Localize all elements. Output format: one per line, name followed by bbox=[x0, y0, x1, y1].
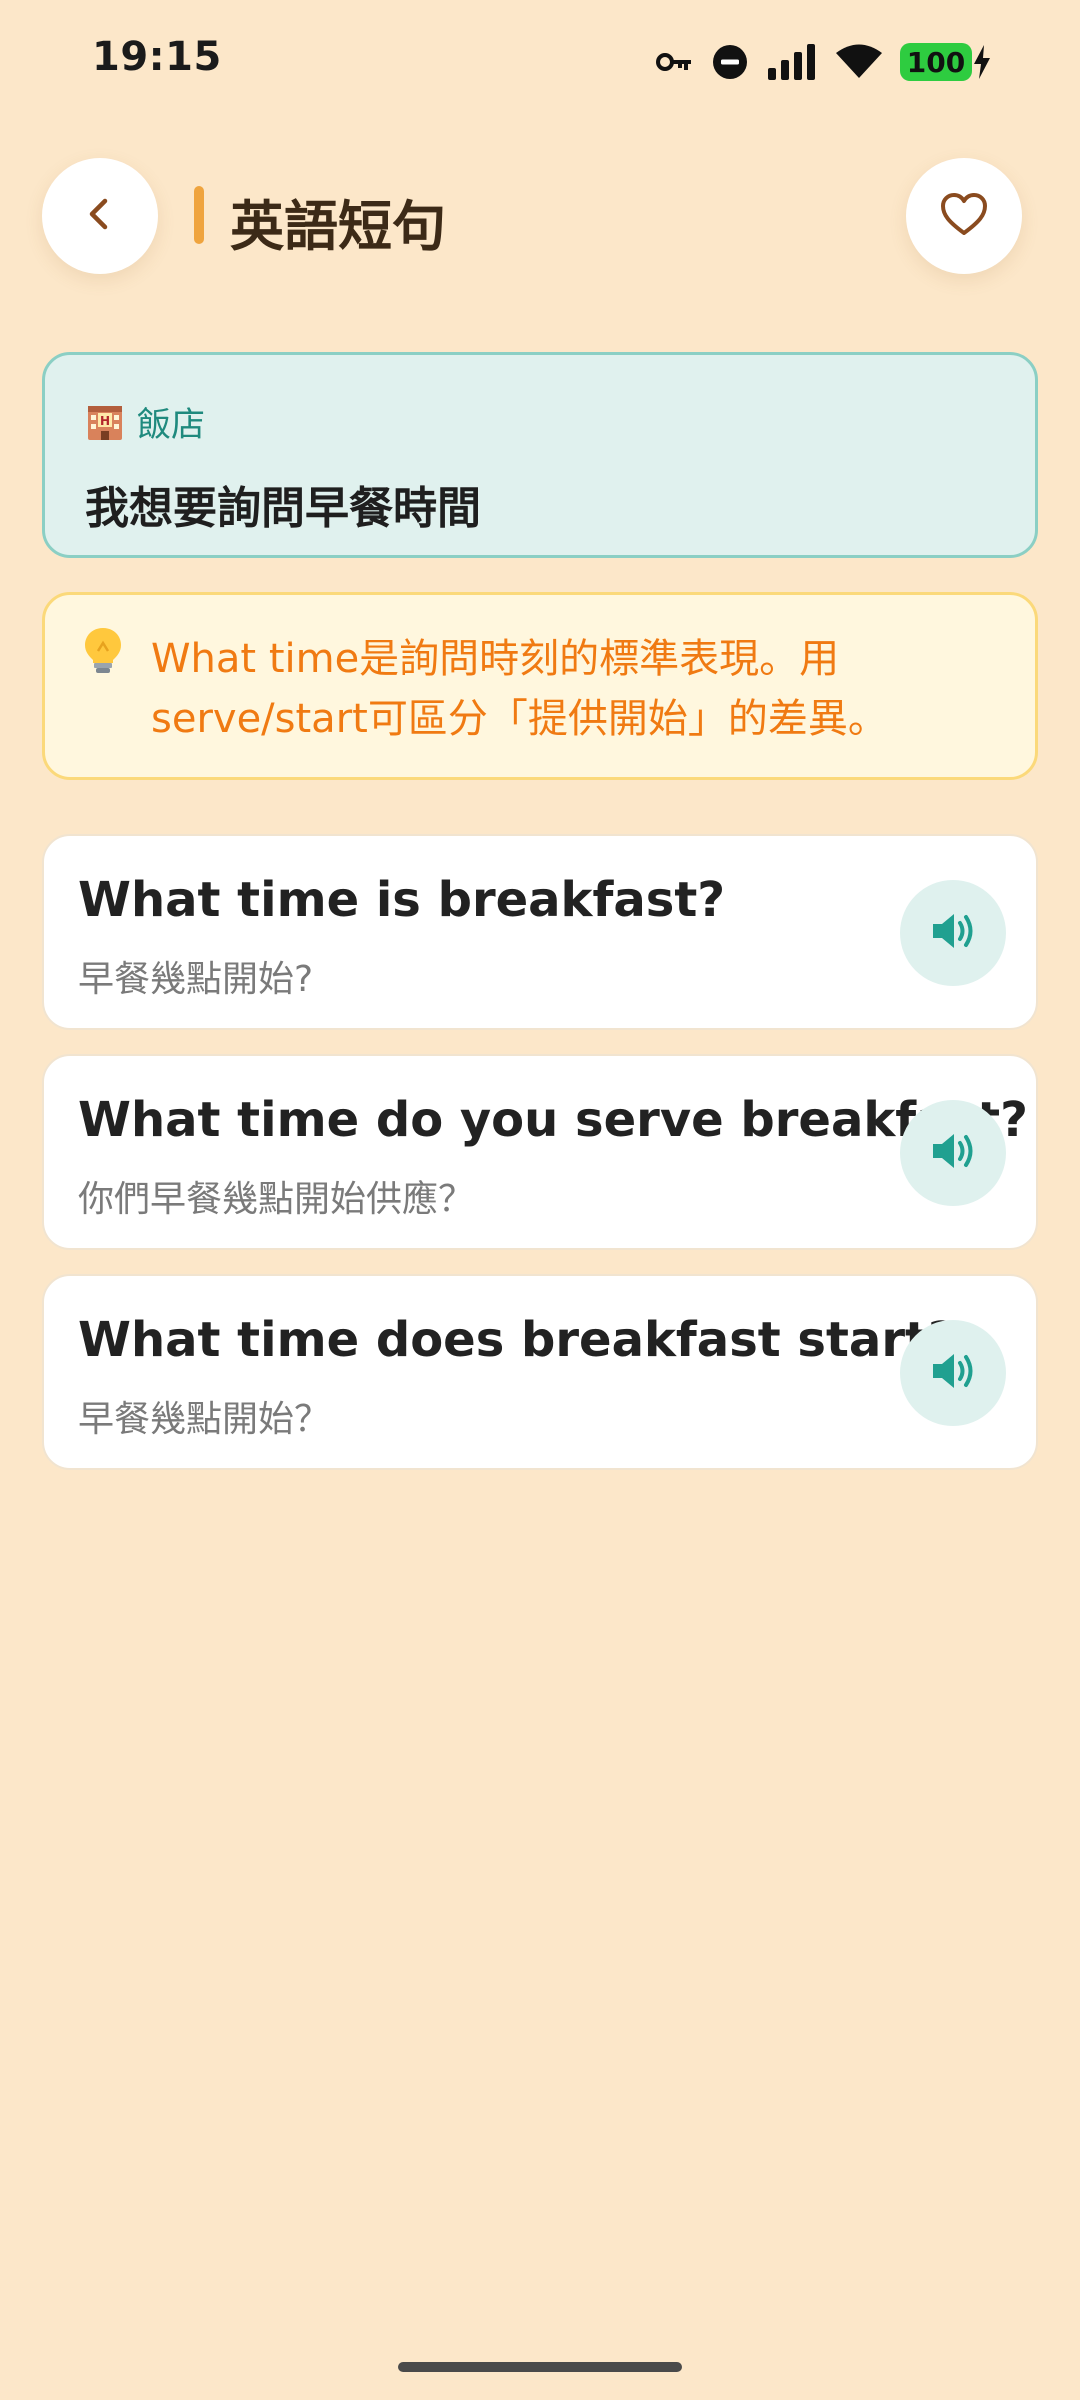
svg-text:H: H bbox=[100, 414, 110, 428]
vpn-key-icon bbox=[656, 50, 694, 74]
tip-text: What time是詢問時刻的標準表現。用serve/start可區分「提供開始… bbox=[151, 636, 888, 742]
status-bar: 19:15 100 bbox=[0, 0, 1080, 124]
speak-button[interactable] bbox=[900, 1320, 1006, 1426]
phrase-translation: 早餐幾點開始？ bbox=[78, 1399, 331, 1440]
home-indicator[interactable] bbox=[398, 2362, 682, 2372]
category-label: H 飯店 bbox=[85, 397, 995, 446]
title-accent-bar bbox=[194, 186, 204, 244]
phrase-english: What time is breakfast? bbox=[78, 872, 726, 928]
phrase-card[interactable]: What time does breakfast start? 早餐幾點開始？ bbox=[42, 1274, 1038, 1470]
speaker-icon bbox=[929, 1349, 977, 1397]
speak-button[interactable] bbox=[900, 880, 1006, 986]
favorite-button[interactable] bbox=[906, 158, 1022, 274]
tip-card: What time是詢問時刻的標準表現。用serve/start可區分「提供開始… bbox=[42, 592, 1038, 780]
status-icons: 100 bbox=[656, 38, 992, 86]
phrase-english: What time do you serve breakfast? bbox=[78, 1092, 1028, 1148]
phrase-english: What time does breakfast start? bbox=[78, 1312, 956, 1368]
phrase-translation: 早餐幾點開始? bbox=[78, 959, 314, 1000]
heart-outline-icon bbox=[939, 191, 989, 241]
wifi-icon bbox=[836, 44, 882, 80]
charging-icon bbox=[972, 45, 992, 79]
speaker-icon bbox=[929, 1129, 977, 1177]
phrase-card[interactable]: What time do you serve breakfast? 你們早餐幾點… bbox=[42, 1054, 1038, 1250]
lightbulb-icon bbox=[81, 625, 125, 679]
screen: 19:15 100 英語短句 H 飯店 我想要詢問早餐時間 What time是… bbox=[0, 0, 1080, 2400]
hotel-icon: H bbox=[85, 402, 125, 442]
situation-title: 我想要詢問早餐時間 bbox=[85, 483, 481, 534]
status-time: 19:15 bbox=[92, 34, 222, 80]
back-button[interactable] bbox=[42, 158, 158, 274]
battery-icon: 100 bbox=[900, 43, 992, 81]
speaker-icon bbox=[929, 909, 977, 957]
phrase-translation: 你們早餐幾點開始供應？ bbox=[78, 1179, 475, 1220]
category-name: 飯店 bbox=[137, 405, 205, 445]
dnd-icon bbox=[712, 44, 748, 80]
battery-level: 100 bbox=[900, 43, 972, 81]
chevron-left-icon bbox=[80, 194, 120, 238]
phrase-card[interactable]: What time is breakfast? 早餐幾點開始? bbox=[42, 834, 1038, 1030]
speak-button[interactable] bbox=[900, 1100, 1006, 1206]
category-card: H 飯店 我想要詢問早餐時間 bbox=[42, 352, 1038, 558]
signal-icon bbox=[766, 44, 818, 80]
page-title: 英語短句 bbox=[230, 195, 446, 258]
